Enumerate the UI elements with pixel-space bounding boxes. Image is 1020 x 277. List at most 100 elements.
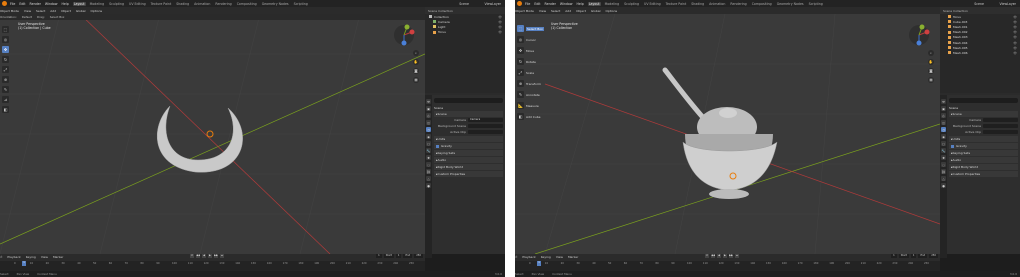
world-tab-icon[interactable]: ◉: [941, 134, 946, 139]
panel-rigid-body-world[interactable]: ▸ Rigid Body World: [434, 164, 503, 170]
workspace-tab-modeling[interactable]: Modeling: [89, 2, 106, 6]
visibility-eye-icon[interactable]: 👁: [498, 30, 502, 34]
header-select[interactable]: Select: [36, 9, 45, 13]
material-tab-icon[interactable]: ●: [941, 183, 946, 188]
transform-tool-icon[interactable]: ⊕: [2, 76, 9, 83]
header-object-mode[interactable]: Object Mode: [515, 9, 534, 13]
panel-custom-properties[interactable]: ▸ Custom Properties: [949, 171, 1018, 177]
workspace-tab-compositing[interactable]: Compositing: [751, 2, 773, 6]
playback-button-0-icon[interactable]: ⏮: [190, 254, 194, 258]
gravity-checkbox[interactable]: [436, 144, 439, 148]
tool-cursor[interactable]: ◎ Cursor: [517, 34, 545, 45]
menu-item-window[interactable]: Window: [45, 2, 58, 6]
panel-keying-sets[interactable]: ▸ Keying Sets: [434, 150, 503, 156]
header-view[interactable]: View: [539, 9, 546, 13]
visibility-eye-icon[interactable]: 👁: [1013, 15, 1017, 19]
current-frame-field[interactable]: 1: [891, 254, 897, 258]
select-box-tool-icon[interactable]: ⬚: [2, 26, 9, 33]
start-frame-field[interactable]: 1: [395, 254, 402, 258]
tool-setting-item[interactable]: Default: [22, 15, 32, 19]
panel-gravity[interactable]: Gravity: [434, 143, 503, 149]
rotate-tool-icon[interactable]: ↻: [2, 56, 9, 63]
header-view[interactable]: View: [24, 9, 31, 13]
tool-transform[interactable]: ⊕ Transform: [517, 78, 545, 89]
workspace-tab-animation[interactable]: Animation: [193, 2, 211, 6]
workspace-tab-modeling[interactable]: Modeling: [604, 2, 621, 6]
timeline-menu-keying[interactable]: Keying: [26, 255, 36, 259]
menu-item-file[interactable]: File: [525, 2, 530, 6]
property-value-field[interactable]: Camera: [468, 118, 503, 122]
measure-tool-icon[interactable]: ⊿: [2, 96, 9, 103]
timeline-menu-view[interactable]: View: [41, 255, 48, 259]
zoom-icon[interactable]: ⌕: [413, 50, 419, 56]
tool-add-cube[interactable]: ◧ Add Cube: [517, 111, 545, 122]
perspective-toggle-icon[interactable]: ▦: [928, 77, 934, 83]
timeline-ruler[interactable]: 0 10 20 30 40 50 60 70 80 90 100 110 120 130 140 150 160…: [0, 261, 425, 271]
render-tab-icon[interactable]: ▣: [941, 106, 946, 111]
constraints-tab-icon[interactable]: ⛓: [426, 169, 431, 174]
modifier-tab-icon[interactable]: 🔧: [941, 148, 946, 153]
playback-button-5-icon[interactable]: ⏭: [220, 254, 224, 258]
tool-select-box[interactable]: ⬚ Select Box: [517, 23, 545, 34]
timeline-editor-icon[interactable]: ⏱: [0, 255, 2, 259]
viewport-canvas[interactable]: [515, 14, 940, 254]
gravity-checkbox[interactable]: [951, 144, 954, 148]
panel-audio[interactable]: ▸ Audio: [434, 157, 503, 163]
timeline-menu-playback[interactable]: Playback: [522, 255, 535, 259]
output-tab-icon[interactable]: ⎙: [426, 113, 431, 118]
property-value-field[interactable]: [983, 124, 1018, 128]
workspace-tab-texture-paint[interactable]: Texture Paint: [150, 2, 173, 6]
playback-button-2-icon[interactable]: ◀: [717, 254, 721, 258]
workspace-tab-geometry-nodes[interactable]: Geometry Nodes: [261, 2, 290, 6]
workspace-tab-shading[interactable]: Shading: [690, 2, 705, 6]
3d-viewport[interactable]: Orientation: Default Drag: Select Box User …: [0, 14, 425, 254]
tool-measure[interactable]: 📐 Measure: [517, 100, 545, 111]
outliner-row[interactable]: Torus 👁: [425, 30, 505, 35]
timeline-ruler[interactable]: 0 10 20 30 40 50 60 70 80 90 100 110 120 130 140 150 160…: [515, 261, 940, 271]
visibility-eye-icon[interactable]: 👁: [498, 20, 502, 24]
annotate-tool-icon[interactable]: ✎: [2, 86, 9, 93]
workspace-tab-animation[interactable]: Animation: [708, 2, 726, 6]
menu-item-edit[interactable]: Edit: [534, 2, 540, 6]
workspace-tab-rendering[interactable]: Rendering: [214, 2, 232, 6]
menu-item-window[interactable]: Window: [560, 2, 573, 6]
playback-button-4-icon[interactable]: ▶▶: [729, 254, 733, 258]
modifier-tab-icon[interactable]: 🔧: [426, 148, 431, 153]
visibility-eye-icon[interactable]: 👁: [498, 25, 502, 29]
tool-tab-icon[interactable]: ⚒: [941, 99, 946, 104]
view-layer-tab-icon[interactable]: ◫: [426, 120, 431, 125]
blender-logo-icon[interactable]: [2, 1, 7, 6]
view-layer-selector[interactable]: ViewLayer: [1000, 2, 1016, 6]
playback-button-3-icon[interactable]: ▶: [208, 254, 212, 258]
workspace-tab-rendering[interactable]: Rendering: [729, 2, 747, 6]
navigation-gizmo[interactable]: [908, 24, 930, 46]
timeline-menu-view[interactable]: View: [556, 255, 563, 259]
workspace-tab-layout[interactable]: Layout: [587, 1, 601, 6]
tool-move[interactable]: ✥ Move: [517, 45, 545, 56]
cursor-tool-icon[interactable]: ◎: [2, 36, 9, 43]
current-frame-field[interactable]: 1: [376, 254, 382, 258]
workspace-tab-geometry-nodes[interactable]: Geometry Nodes: [776, 2, 805, 6]
workspace-tab-layout[interactable]: Layout: [72, 1, 86, 6]
tool-setting-item[interactable]: Orientation:: [0, 15, 17, 19]
object-tab-icon[interactable]: ▢: [426, 141, 431, 146]
visibility-eye-icon[interactable]: 👁: [1013, 30, 1017, 34]
workspace-tab-scripting[interactable]: Scripting: [293, 2, 309, 6]
playback-button-3-icon[interactable]: ▶: [723, 254, 727, 258]
tool-annotate[interactable]: ✎ Annotate: [517, 89, 545, 100]
panel-gravity[interactable]: Gravity: [949, 143, 1018, 149]
constraints-tab-icon[interactable]: ⛓: [941, 169, 946, 174]
workspace-tab-sculpting[interactable]: Sculpting: [623, 2, 640, 6]
panel-keying-sets[interactable]: ▸ Keying Sets: [949, 150, 1018, 156]
playback-button-0-icon[interactable]: ⏮: [705, 254, 709, 258]
workspace-tab-sculpting[interactable]: Sculpting: [108, 2, 125, 6]
workspace-tab-scripting[interactable]: Scripting: [808, 2, 824, 6]
end-frame-field[interactable]: 250: [414, 254, 423, 258]
render-tab-icon[interactable]: ▣: [426, 106, 431, 111]
physics-tab-icon[interactable]: ◌: [426, 162, 431, 167]
menu-item-render[interactable]: Render: [30, 2, 41, 6]
physics-tab-icon[interactable]: ◌: [941, 162, 946, 167]
header-select[interactable]: Select: [551, 9, 560, 13]
property-value-field[interactable]: [468, 124, 503, 128]
menu-item-help[interactable]: Help: [61, 2, 68, 6]
